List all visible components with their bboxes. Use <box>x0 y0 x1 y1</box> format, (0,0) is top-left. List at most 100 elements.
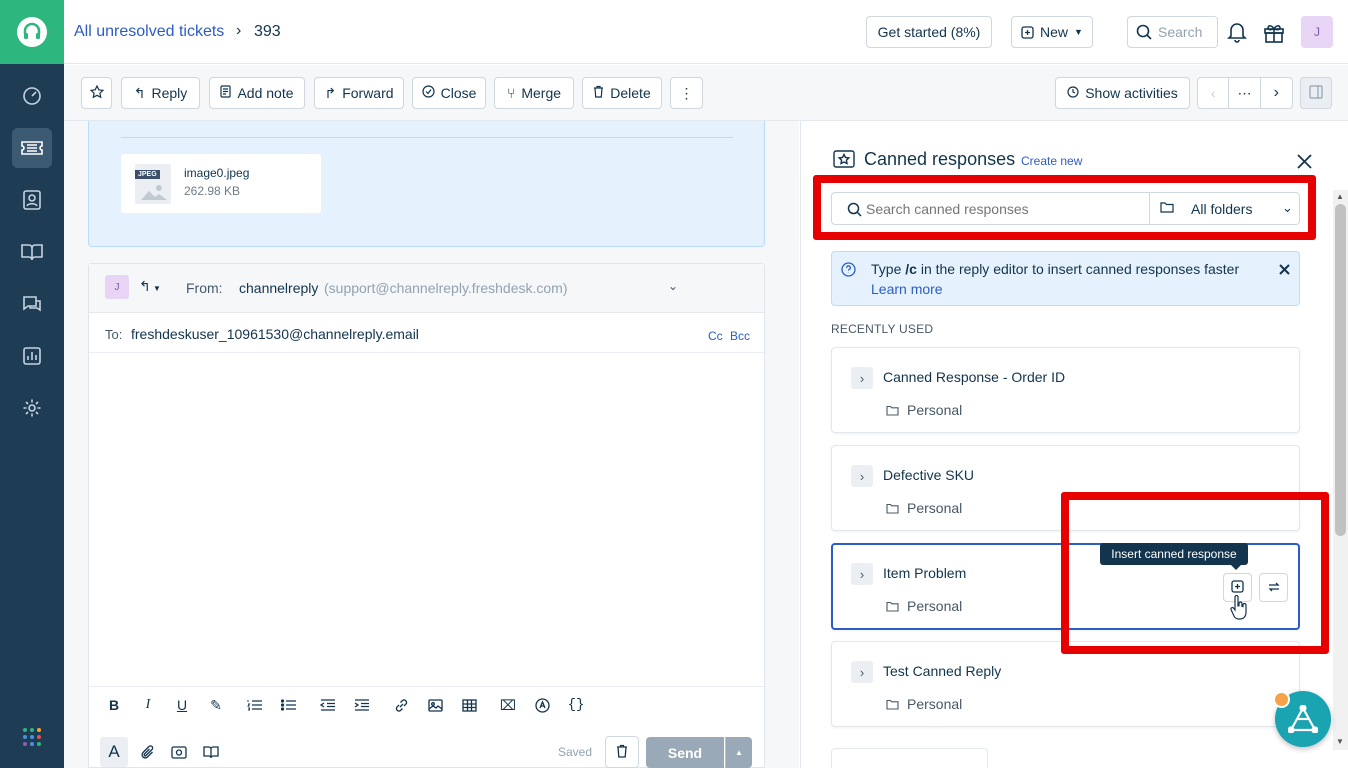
close-panel-icon[interactable] <box>1293 150 1315 172</box>
canned-item-title: Item Problem <box>883 565 967 581</box>
more-actions-button[interactable]: ⋮ <box>670 77 703 109</box>
ticket-list-ellipsis-icon[interactable]: ⋯ <box>1229 78 1261 108</box>
outdent-icon[interactable] <box>318 695 338 715</box>
create-new-link[interactable]: Create new <box>1021 154 1082 168</box>
send-button[interactable]: Send <box>646 737 724 768</box>
from-name[interactable]: channelreply <box>239 280 318 296</box>
network-triangle-icon <box>1288 705 1318 733</box>
more-vertical-icon: ⋮ <box>679 84 694 101</box>
send-options-chevron-up-icon[interactable]: ▲ <box>725 737 752 768</box>
forums-icon[interactable] <box>12 284 52 324</box>
bcc-link[interactable]: Bcc <box>730 329 750 343</box>
trash-icon <box>616 744 628 761</box>
get-started-label: Get started (8%) <box>877 24 981 40</box>
expand-chevron-icon[interactable]: › <box>851 367 873 389</box>
forward-button[interactable]: ↱ Forward <box>314 77 404 109</box>
close-ticket-button[interactable]: Close <box>412 77 486 109</box>
check-circle-icon <box>421 85 435 101</box>
gift-icon[interactable] <box>1262 20 1286 44</box>
note-icon <box>220 85 232 101</box>
text-format-toggle-icon[interactable]: A <box>100 737 128 767</box>
contacts-icon[interactable] <box>12 180 52 220</box>
attachment-card[interactable]: JPEG image0.jpeg 262.98 KB <box>121 154 321 213</box>
dashboard-icon[interactable] <box>12 76 52 116</box>
dismiss-tip-icon[interactable] <box>1276 261 1292 277</box>
folder-name: Personal <box>907 696 963 712</box>
panel-scrollbar[interactable]: ▲ ▼ <box>1333 190 1348 750</box>
from-chevron-down-icon[interactable]: ⌄ <box>668 279 678 293</box>
trash-icon <box>593 85 604 101</box>
get-started-button[interactable]: Get started (8%) <box>866 16 992 48</box>
settings-gear-icon[interactable] <box>12 388 52 428</box>
tip-banner: Type /c in the reply editor to insert ca… <box>831 251 1300 306</box>
reply-button[interactable]: ↰ Reply <box>121 77 200 109</box>
reports-icon[interactable] <box>12 336 52 376</box>
attachment-paperclip-icon[interactable] <box>137 742 157 762</box>
toggle-sidebar-button[interactable] <box>1300 77 1332 109</box>
show-activities-button[interactable]: Show activities <box>1055 77 1190 109</box>
tip-code: /c <box>905 261 917 277</box>
chat-notification-dot <box>1273 691 1290 708</box>
expand-chevron-icon[interactable]: › <box>851 465 873 487</box>
to-recipient[interactable]: freshdeskuser_10961530@channelreply.emai… <box>131 326 419 342</box>
breadcrumb-link[interactable]: All unresolved tickets <box>74 23 224 41</box>
expand-chevron-icon[interactable]: › <box>851 661 873 683</box>
tip-text: Type /c in the reply editor to insert ca… <box>871 261 1239 277</box>
spellcheck-icon[interactable] <box>532 695 552 715</box>
add-note-button[interactable]: Add note <box>209 77 305 109</box>
breadcrumb-chevron-icon: › <box>236 22 242 39</box>
notifications-bell-icon[interactable] <box>1226 21 1248 43</box>
delete-button[interactable]: Delete <box>582 77 662 109</box>
next-ticket-chevron-icon[interactable]: › <box>1261 78 1292 108</box>
underline-icon[interactable]: U <box>172 695 192 715</box>
scrollbar-thumb[interactable] <box>1335 204 1346 536</box>
cc-link[interactable]: Cc <box>708 329 723 343</box>
tickets-icon[interactable] <box>12 128 52 168</box>
knowledge-base-icon[interactable] <box>12 232 52 272</box>
merge-button[interactable]: ⑂ Merge <box>494 77 574 109</box>
load-more-stub[interactable] <box>831 748 988 768</box>
link-icon[interactable] <box>391 695 411 715</box>
text-color-icon[interactable]: ✎ <box>206 695 226 715</box>
canned-item-folder: Personal <box>886 500 962 516</box>
reply-type-dropdown-icon[interactable]: ↰ ▼ <box>139 278 161 295</box>
user-avatar[interactable]: J <box>1301 16 1333 48</box>
bold-icon[interactable]: B <box>104 695 124 715</box>
plus-square-icon <box>1021 25 1034 39</box>
expand-chevron-icon[interactable]: › <box>851 563 873 585</box>
global-search-button[interactable]: Search <box>1127 16 1218 48</box>
learn-more-link[interactable]: Learn more <box>871 281 943 297</box>
discard-draft-button[interactable] <box>605 736 639 768</box>
canned-item-folder: Personal <box>886 696 962 712</box>
file-type-badge: JPEG <box>135 170 160 179</box>
clear-formatting-icon[interactable]: ⌧ <box>498 695 518 715</box>
solution-article-icon[interactable] <box>201 742 221 762</box>
canned-item-title: Test Canned Reply <box>883 663 1002 679</box>
scroll-up-icon[interactable]: ▲ <box>1336 192 1344 201</box>
add-note-label: Add note <box>237 85 294 101</box>
canned-response-item[interactable]: › Canned Response - Order ID Personal <box>831 347 1300 433</box>
italic-icon[interactable]: I <box>138 695 158 715</box>
ordered-list-icon[interactable] <box>245 695 265 715</box>
placeholders-braces-icon[interactable]: {} <box>566 695 586 715</box>
reply-body-textarea[interactable] <box>89 354 764 686</box>
to-label: To: <box>105 327 123 342</box>
canned-response-icon[interactable] <box>169 742 189 762</box>
ticket-pager: ‹ ⋯ › <box>1197 77 1293 109</box>
from-email[interactable]: (support@channelreply.freshdesk.com) <box>324 280 568 296</box>
indent-icon[interactable] <box>352 695 372 715</box>
freshdesk-logo[interactable] <box>0 0 64 64</box>
canned-item-folder: Personal <box>886 402 962 418</box>
attachment-name: image0.jpeg <box>184 166 250 180</box>
image-icon[interactable] <box>425 695 445 715</box>
scroll-down-icon[interactable]: ▼ <box>1336 737 1344 746</box>
folder-icon <box>886 405 899 416</box>
bullet-list-icon[interactable] <box>279 695 299 715</box>
previous-ticket-chevron-icon[interactable]: ‹ <box>1198 78 1230 108</box>
from-label: From: <box>186 280 223 296</box>
new-button[interactable]: New ▼ <box>1011 16 1093 48</box>
app-switcher-icon[interactable] <box>22 727 42 747</box>
agent-avatar: J <box>105 275 129 299</box>
star-button[interactable] <box>81 77 112 109</box>
table-icon[interactable] <box>459 695 479 715</box>
